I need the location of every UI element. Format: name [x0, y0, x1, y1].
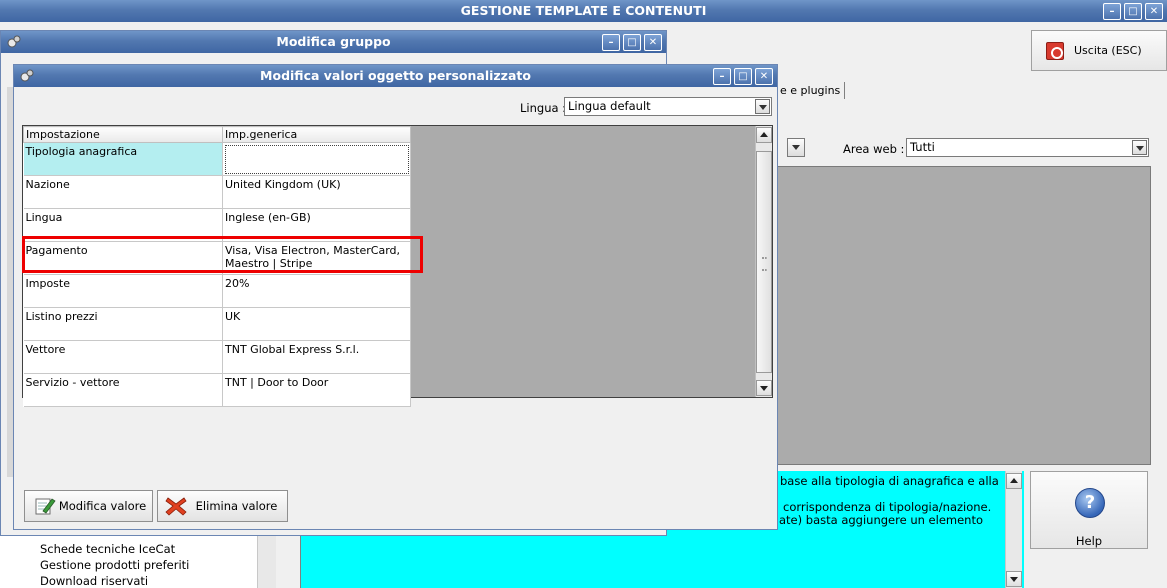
grip-icon	[762, 257, 767, 271]
setting-cell[interactable]: Imposte	[23, 274, 223, 308]
close-icon[interactable]: ✕	[755, 68, 773, 85]
delete-value-label: Elimina valore	[195, 499, 278, 513]
help-icon: ?	[1075, 488, 1105, 518]
setting-cell[interactable]: Vettore	[23, 340, 223, 374]
tree-item-preferred-products[interactable]: Gestione prodotti preferiti	[40, 558, 189, 572]
setting-cell[interactable]: Servizio - vettore	[23, 373, 223, 407]
tree-scrollbar[interactable]	[257, 530, 276, 588]
grid-scrollbar[interactable]	[755, 126, 772, 397]
maximize-icon[interactable]: □	[1124, 3, 1142, 20]
scroll-down-icon[interactable]	[756, 380, 772, 396]
power-icon	[1046, 41, 1064, 60]
tab-plugins[interactable]: e e plugins	[776, 82, 846, 99]
main-window-controls: – □ ✕	[1103, 3, 1163, 20]
main-window-title: GESTIONE TEMPLATE E CONTENUTI	[460, 3, 707, 18]
dialog-title: Modifica valori oggetto personalizzato	[260, 68, 531, 83]
dialog-window-controls: – □ ✕	[713, 68, 773, 85]
menu-tree: Schede tecniche IceCat Gestione prodotti…	[0, 530, 276, 588]
app-icon	[7, 35, 21, 48]
tree-item-reserved-downloads[interactable]: Download riservati	[40, 574, 148, 588]
filter-dropdown-arrow[interactable]	[787, 138, 805, 157]
area-web-label: Area web :	[843, 142, 905, 156]
language-select[interactable]: Lingua default	[564, 97, 772, 116]
value-cell[interactable]: 20%	[222, 274, 411, 308]
table-row[interactable]: Vettore TNT Global Express S.r.l.	[23, 340, 411, 374]
setting-cell[interactable]: Nazione	[23, 175, 223, 209]
help-button[interactable]: ? Help	[1030, 471, 1148, 549]
table-row[interactable]: Nazione United Kingdom (UK)	[23, 175, 411, 209]
scroll-up-icon[interactable]	[1006, 473, 1022, 489]
edit-value-label: Modifica valore	[58, 499, 147, 513]
preview-panel	[776, 166, 1151, 465]
table-header-row: Impostazione Imp.generica	[23, 126, 411, 143]
column-header-setting[interactable]: Impostazione	[23, 126, 223, 143]
value-cell[interactable]: TNT | Door to Door	[222, 373, 411, 407]
setting-cell[interactable]: Listino prezzi	[23, 307, 223, 341]
exit-button[interactable]: Uscita (ESC)	[1031, 30, 1167, 71]
group-window-controls: – □ ✕	[602, 34, 662, 51]
area-web-value: Tutti	[910, 140, 935, 154]
info-text-line: base alla tipologia di anagrafica e alla	[780, 474, 999, 488]
close-icon[interactable]: ✕	[1145, 3, 1163, 20]
custom-values-dialog: Modifica valori oggetto personalizzato –…	[13, 64, 778, 530]
value-cell[interactable]: United Kingdom (UK)	[222, 175, 411, 209]
edit-value-button[interactable]: Modifica valore	[24, 490, 153, 522]
info-text-line: ate) basta aggiungere un elemento	[779, 513, 984, 527]
tree-item-icecat[interactable]: Schede tecniche IceCat	[40, 542, 175, 556]
group-title-bar: Modifica gruppo – □ ✕	[1, 31, 666, 53]
main-title-bar: GESTIONE TEMPLATE E CONTENUTI – □ ✕	[0, 0, 1167, 22]
minimize-icon[interactable]: –	[602, 34, 620, 51]
scroll-thumb[interactable]	[756, 151, 772, 373]
minimize-icon[interactable]: –	[1103, 3, 1121, 20]
chevron-down-icon[interactable]	[1132, 140, 1147, 155]
table-row[interactable]: Imposte 20%	[23, 274, 411, 308]
exit-button-label: Uscita (ESC)	[1074, 44, 1142, 57]
language-label: Lingua :	[520, 101, 567, 115]
value-cell[interactable]	[222, 142, 411, 176]
minimize-icon[interactable]: –	[713, 68, 731, 85]
maximize-icon[interactable]: □	[623, 34, 641, 51]
table-row[interactable]: Tipologia anagrafica	[23, 142, 411, 176]
dialog-title-bar: Modifica valori oggetto personalizzato –…	[14, 65, 777, 87]
setting-cell[interactable]: Tipologia anagrafica	[23, 142, 223, 176]
app-icon	[20, 69, 34, 82]
maximize-icon[interactable]: □	[734, 68, 752, 85]
highlight-annotation	[22, 236, 423, 273]
language-value: Lingua default	[568, 99, 651, 113]
info-scrollbar[interactable]	[1005, 471, 1022, 588]
table-row[interactable]: Servizio - vettore TNT | Door to Door	[23, 373, 411, 407]
close-icon[interactable]: ✕	[644, 34, 662, 51]
chevron-down-icon[interactable]	[755, 99, 770, 114]
group-window-title: Modifica gruppo	[276, 34, 391, 49]
table-row[interactable]: Listino prezzi UK	[23, 307, 411, 341]
info-text-line: corrispondenza di tipologia/nazione.	[783, 500, 992, 514]
scroll-down-icon[interactable]	[1006, 571, 1022, 587]
area-web-select[interactable]: Tutti	[906, 138, 1149, 157]
value-cell[interactable]: TNT Global Express S.r.l.	[222, 340, 411, 374]
delete-value-button[interactable]: Elimina valore	[157, 490, 288, 522]
help-button-label: Help	[1075, 534, 1103, 548]
scroll-up-icon[interactable]	[756, 127, 772, 143]
value-cell[interactable]: UK	[222, 307, 411, 341]
column-header-generic-value[interactable]: Imp.generica	[222, 126, 411, 143]
